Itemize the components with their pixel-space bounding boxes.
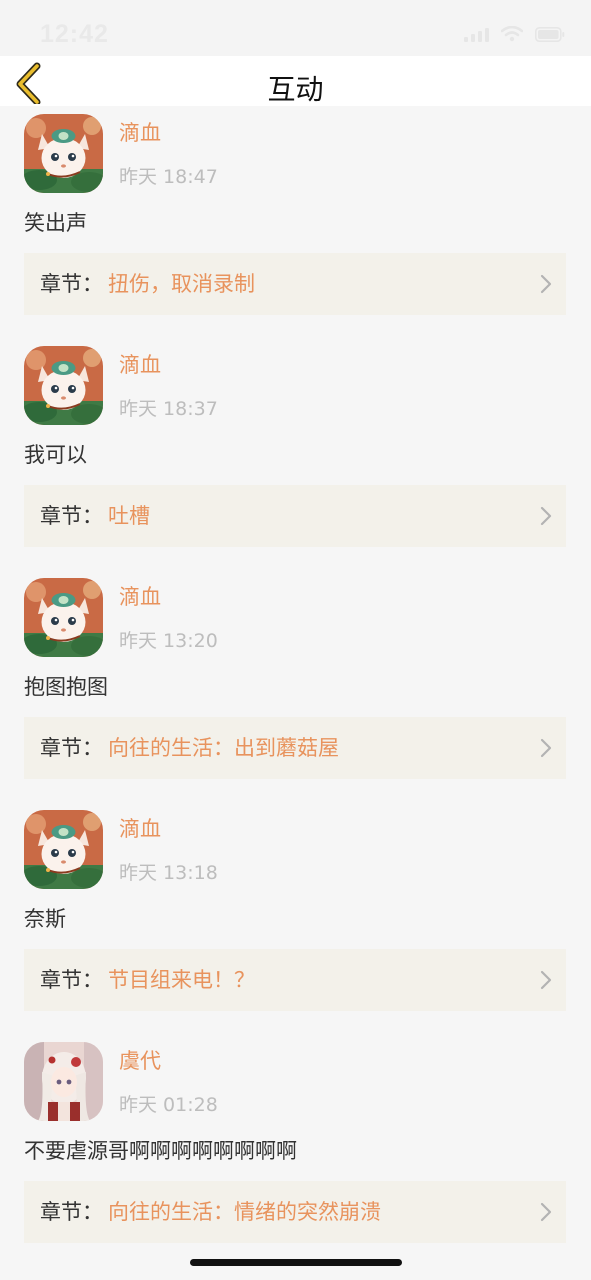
comment-text: 我可以 [24, 443, 87, 467]
chapter-title: 向往的生活：出到蘑菇屋 [108, 736, 339, 760]
home-indicator[interactable] [190, 1259, 402, 1266]
chapter-link[interactable]: 章节： 扭伤，取消录制 [24, 253, 566, 315]
comment-text: 笑出声 [24, 211, 87, 235]
chapter-link[interactable]: 章节： 吐槽 [24, 485, 566, 547]
username[interactable]: 滴血 [119, 816, 161, 842]
chevron-right-icon [540, 738, 552, 758]
signal-icon [464, 26, 489, 42]
interaction-feed: 滴血 昨天 18:47 笑出声 章节： 扭伤，取消录制 滴血 昨天 18:37 … [0, 106, 591, 1266]
avatar[interactable] [24, 810, 103, 889]
avatar[interactable] [24, 346, 103, 425]
username[interactable]: 滴血 [119, 584, 161, 610]
wifi-icon [501, 26, 523, 42]
interaction-item: 滴血 昨天 18:37 我可以 章节： 吐槽 [0, 338, 591, 570]
chapter-title: 节目组来电！？ [108, 968, 255, 992]
chapter-label: 章节： [40, 272, 103, 296]
chapter-title: 扭伤，取消录制 [108, 272, 255, 296]
chevron-right-icon [540, 970, 552, 990]
chapter-label: 章节： [40, 1200, 103, 1224]
comment-text: 抱图抱图 [24, 675, 108, 699]
chapter-link[interactable]: 章节： 向往的生活：出到蘑菇屋 [24, 717, 566, 779]
chevron-right-icon [540, 1202, 552, 1222]
chapter-link[interactable]: 章节： 节目组来电！？ [24, 949, 566, 1011]
chapter-link[interactable]: 章节： 向往的生活：情绪的突然崩溃 [24, 1181, 566, 1243]
avatar[interactable] [24, 1042, 103, 1121]
interaction-item: 滴血 昨天 13:18 奈斯 章节： 节目组来电！？ [0, 802, 591, 1034]
chevron-right-icon [540, 506, 552, 526]
navigation-bar: 互动 [0, 56, 591, 106]
page-title: 互动 [267, 73, 324, 106]
interaction-item: 滴血 昨天 13:20 抱图抱图 章节： 向往的生活：出到蘑菇屋 [0, 570, 591, 802]
chevron-right-icon [540, 274, 552, 294]
status-time: 12:42 [40, 20, 109, 48]
status-bar: 12:42 [0, 0, 591, 56]
username[interactable]: 滴血 [119, 120, 161, 146]
status-icons [464, 26, 565, 42]
avatar[interactable] [24, 578, 103, 657]
timestamp: 昨天 13:18 [119, 862, 218, 884]
interaction-item: 滴血 昨天 18:47 笑出声 章节： 扭伤，取消录制 [0, 106, 591, 338]
timestamp: 昨天 13:20 [119, 630, 218, 652]
chapter-title: 吐槽 [108, 504, 150, 528]
chapter-label: 章节： [40, 504, 103, 528]
username[interactable]: 滴血 [119, 352, 161, 378]
timestamp: 昨天 18:47 [119, 166, 218, 188]
timestamp: 昨天 01:28 [119, 1094, 218, 1116]
timestamp: 昨天 18:37 [119, 398, 218, 420]
chapter-label: 章节： [40, 736, 103, 760]
battery-icon [535, 27, 565, 42]
chapter-label: 章节： [40, 968, 103, 992]
interaction-item: 虞代 昨天 01:28 不要虐源哥啊啊啊啊啊啊啊啊 章节： 向往的生活：情绪的突… [0, 1034, 591, 1266]
username[interactable]: 虞代 [119, 1048, 161, 1074]
chapter-title: 向往的生活：情绪的突然崩溃 [108, 1200, 381, 1224]
comment-text: 奈斯 [24, 907, 66, 931]
comment-text: 不要虐源哥啊啊啊啊啊啊啊啊 [24, 1139, 297, 1163]
avatar[interactable] [24, 114, 103, 193]
